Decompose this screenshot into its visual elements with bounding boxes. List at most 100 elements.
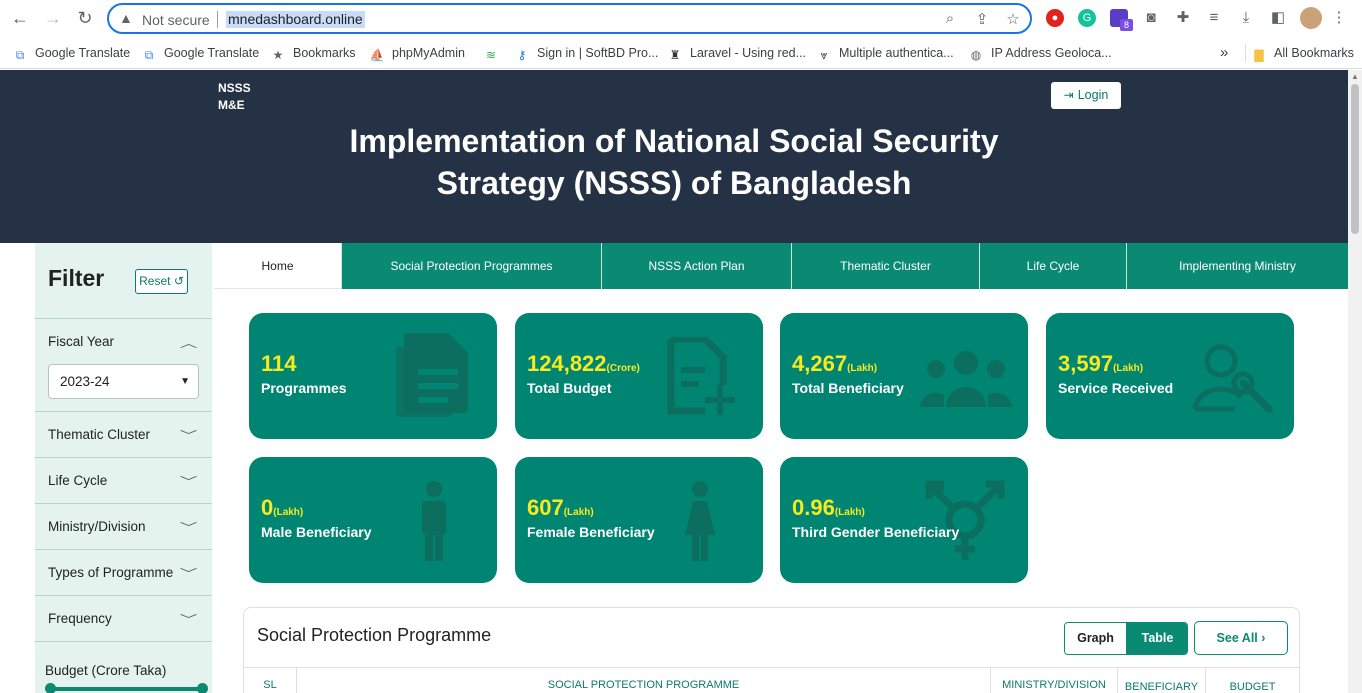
bookmark-phpmyadmin[interactable]: ⛵ phpMyAdmin bbox=[369, 44, 465, 62]
bookmark-ip-geolocation[interactable]: ◍ IP Address Geoloca... bbox=[968, 44, 1112, 62]
column-header-budget[interactable]: BUDGET bbox=[1206, 668, 1299, 693]
phpmyadmin-icon: ⛵ bbox=[369, 48, 385, 62]
table-view-button[interactable]: Table bbox=[1126, 623, 1187, 654]
user-wrench-icon bbox=[1192, 344, 1273, 413]
url-text[interactable]: mnedashboard.online bbox=[226, 11, 365, 28]
bookmark-google-translate-1[interactable]: ⧉ Google Translate bbox=[12, 44, 131, 62]
people-icon bbox=[920, 351, 1012, 407]
budget-document-icon bbox=[667, 337, 735, 415]
tab-social-protection-programmes[interactable]: Social Protection Programmes bbox=[342, 243, 602, 289]
download-icon[interactable]: ⤓ bbox=[1237, 8, 1255, 28]
camera-icon[interactable]: ◙ bbox=[1142, 8, 1160, 28]
back-icon[interactable]: ← bbox=[9, 8, 31, 28]
sidepanel-icon[interactable]: ◧ bbox=[1269, 8, 1287, 28]
address-divider bbox=[217, 11, 218, 28]
stat-card-total-budget[interactable]: 124,822(Crore) Total Budget bbox=[515, 313, 763, 439]
fiscal-year-select[interactable]: 2023-24 ▼ bbox=[48, 364, 199, 399]
star-icon[interactable]: ☆ bbox=[1004, 10, 1022, 28]
brand-logo[interactable]: NSSS M&E bbox=[218, 80, 251, 114]
scrollbar-thumb[interactable] bbox=[1351, 84, 1359, 234]
login-icon: ⇥ bbox=[1063, 88, 1074, 102]
column-header-beneficiary[interactable]: BENEFICIARY bbox=[1118, 668, 1206, 693]
graph-view-button[interactable]: Graph bbox=[1065, 623, 1126, 654]
chevron-right-icon: › bbox=[1261, 631, 1266, 645]
chevron-down-icon[interactable]: ﹀ bbox=[180, 427, 198, 443]
stat-card-male-beneficiary[interactable]: 0(Lakh) Male Beneficiary bbox=[249, 457, 497, 583]
browser-toolbar: ← → ↻ ▲ Not secure mnedashboard.online ⌕… bbox=[0, 0, 1362, 37]
address-bar[interactable]: ▲ Not secure mnedashboard.online ⌕ ⇪ ☆ bbox=[107, 3, 1032, 34]
see-all-button[interactable]: See All › bbox=[1194, 621, 1288, 655]
brand-line-1: NSSS bbox=[218, 81, 251, 95]
chevron-down-icon[interactable]: ﹀ bbox=[180, 611, 198, 627]
stat-label: Total Budget bbox=[527, 380, 612, 396]
stat-label: Programmes bbox=[261, 380, 347, 396]
reload-icon[interactable]: ↻ bbox=[74, 8, 96, 28]
filter-thematic-cluster[interactable]: Thematic Cluster bbox=[48, 427, 150, 442]
reset-label: Reset bbox=[139, 274, 171, 288]
tab-thematic-cluster[interactable]: Thematic Cluster bbox=[792, 243, 980, 289]
adblock-extension-icon[interactable]: ● bbox=[1046, 9, 1064, 27]
stat-card-total-beneficiary[interactable]: 4,267(Lakh) Total Beneficiary bbox=[780, 313, 1028, 439]
bookmark-unnamed[interactable]: ≋ bbox=[483, 44, 506, 62]
bookmarks-overflow[interactable]: » bbox=[1220, 44, 1228, 62]
forward-icon[interactable]: → bbox=[42, 8, 64, 28]
chevron-down-icon[interactable]: ﹀ bbox=[180, 565, 198, 581]
avatar[interactable] bbox=[1300, 7, 1322, 29]
menu-icon[interactable]: ⋮ bbox=[1330, 8, 1348, 28]
bookmark-label: Google Translate bbox=[35, 46, 131, 60]
filter-title: Filter bbox=[48, 265, 105, 291]
star-icon: ★ bbox=[272, 48, 284, 62]
grammarly-extension-icon[interactable]: G bbox=[1078, 9, 1096, 27]
stat-number: 0.96 bbox=[792, 495, 835, 520]
tab-nsss-action-plan[interactable]: NSSS Action Plan bbox=[602, 243, 792, 289]
stat-number: 4,267 bbox=[792, 351, 848, 376]
key-icon: ⚷ bbox=[517, 48, 527, 62]
column-header-sl[interactable]: SL bbox=[244, 668, 297, 693]
stat-unit: (Lakh) bbox=[847, 363, 878, 374]
fiscal-year-label[interactable]: Fiscal Year bbox=[48, 334, 114, 349]
divider bbox=[35, 318, 212, 319]
stat-card-third-gender-beneficiary[interactable]: 0.96(Lakh) Third Gender Beneficiary bbox=[780, 457, 1028, 583]
puzzle-icon[interactable]: ✚ bbox=[1174, 8, 1192, 28]
stat-number: 3,597 bbox=[1058, 351, 1114, 376]
page-title: Implementation of National Social Securi… bbox=[324, 120, 1024, 204]
stat-card-service-received[interactable]: 3,597(Lakh) Service Received bbox=[1046, 313, 1294, 439]
chevron-down-icon[interactable]: ﹀ bbox=[180, 519, 198, 535]
reset-button[interactable]: Reset ↺ bbox=[135, 269, 188, 294]
bookmark-google-translate-2[interactable]: ⧉ Google Translate bbox=[141, 44, 260, 62]
filter-frequency[interactable]: Frequency bbox=[48, 611, 112, 626]
stat-card-female-beneficiary[interactable]: 607(Lakh) Female Beneficiary bbox=[515, 457, 763, 583]
scroll-up-icon[interactable]: ▲ bbox=[1351, 72, 1359, 81]
bookmark-softbd[interactable]: ⚷ Sign in | SoftBD Pro... bbox=[514, 44, 659, 62]
tab-life-cycle[interactable]: Life Cycle bbox=[980, 243, 1127, 289]
see-all-label: See All bbox=[1216, 631, 1258, 645]
stat-label: Female Beneficiary bbox=[527, 524, 655, 540]
bookmark-multiple-auth[interactable]: ⩔ Multiple authentica... bbox=[816, 44, 954, 62]
budget-slider-max-handle[interactable] bbox=[197, 683, 208, 693]
media-icon[interactable]: ≡ bbox=[1205, 8, 1223, 28]
tab-implementing-ministry[interactable]: Implementing Ministry bbox=[1127, 243, 1348, 289]
share-icon[interactable]: ⇪ bbox=[973, 10, 991, 28]
budget-slider-track[interactable] bbox=[47, 687, 203, 691]
zoom-icon[interactable]: ⌕ bbox=[941, 10, 959, 27]
bookmark-bookmarks[interactable]: ★ Bookmarks bbox=[270, 44, 356, 62]
filter-life-cycle[interactable]: Life Cycle bbox=[48, 473, 107, 488]
filter-types-of-programme[interactable]: Types of Programme bbox=[48, 565, 173, 580]
page: NSSS M&E ⇥ Login Implementation of Nation… bbox=[0, 70, 1348, 693]
filter-ministry-division[interactable]: Ministry/Division bbox=[48, 519, 146, 534]
tab-home[interactable]: Home bbox=[214, 243, 342, 289]
bookmark-label: IP Address Geoloca... bbox=[991, 46, 1112, 60]
security-status[interactable]: Not secure bbox=[142, 12, 210, 28]
view-toggle: Graph Table bbox=[1064, 622, 1188, 655]
all-bookmarks[interactable]: ▇ All Bookmarks bbox=[1251, 44, 1354, 62]
column-header-programme[interactable]: SOCIAL PROTECTION PROGRAMME bbox=[297, 668, 991, 693]
page-title-line-1: Implementation of National Social Securi… bbox=[349, 123, 999, 159]
login-button[interactable]: ⇥ Login bbox=[1051, 82, 1121, 109]
stat-card-programmes[interactable]: 114 Programmes bbox=[249, 313, 497, 439]
chevron-down-icon[interactable]: ﹀ bbox=[180, 473, 198, 489]
column-header-ministry[interactable]: MINISTRY/DIVISION bbox=[991, 668, 1118, 693]
stat-unit: (Lakh) bbox=[563, 507, 594, 518]
chevron-up-icon[interactable]: ︿ bbox=[180, 335, 198, 351]
bookmark-laravel[interactable]: ♜ Laravel - Using red... bbox=[667, 44, 806, 62]
budget-slider-min-handle[interactable] bbox=[45, 683, 56, 693]
